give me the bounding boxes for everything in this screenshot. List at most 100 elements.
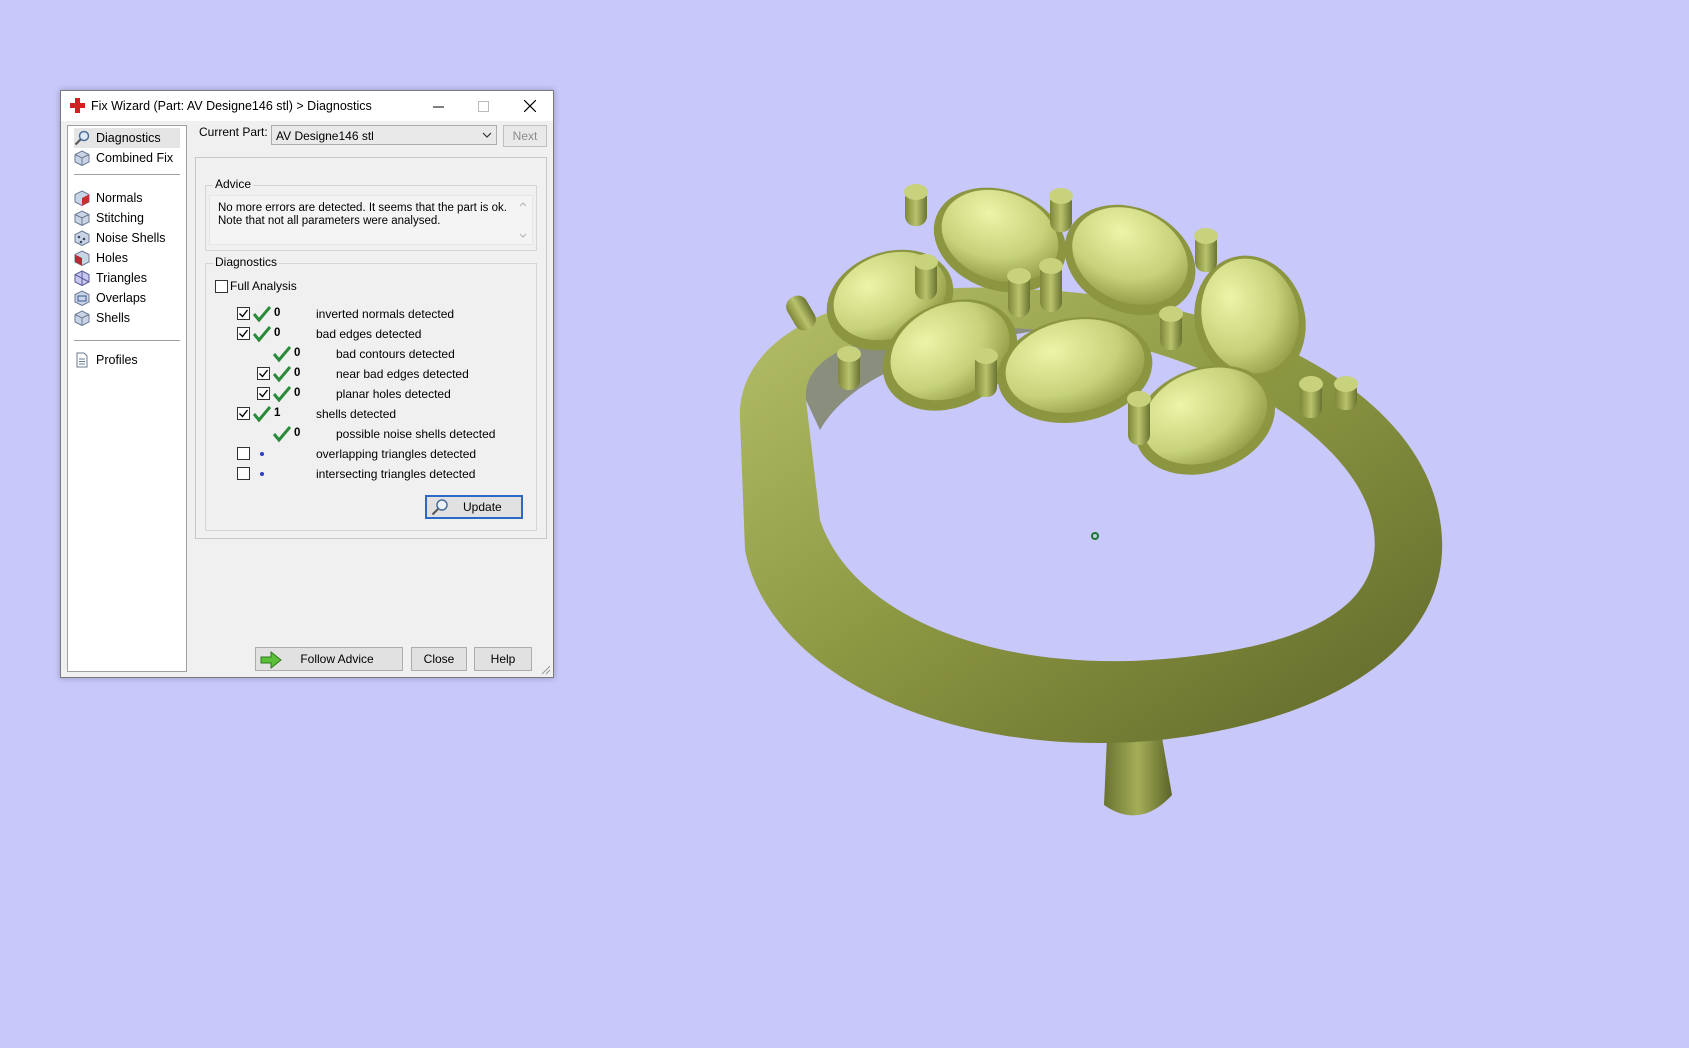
cube-icon xyxy=(74,150,90,166)
sidebar-item-label: Holes xyxy=(96,251,128,265)
ok-check-icon xyxy=(272,385,292,403)
diagnostic-checkbox[interactable] xyxy=(257,367,270,380)
normals-cube-icon xyxy=(74,190,90,206)
ok-check-icon xyxy=(272,425,292,443)
ok-check-icon xyxy=(252,305,272,323)
diagnostic-count: 0 xyxy=(294,387,301,399)
update-button[interactable]: Update xyxy=(425,495,523,519)
sidebar-divider xyxy=(74,174,180,175)
sidebar-item-label: Shells xyxy=(96,311,131,325)
minimize-button[interactable] xyxy=(416,91,461,121)
sidebar-item-combined-fix[interactable]: Combined Fix xyxy=(74,148,180,168)
pending-dot-icon xyxy=(260,472,264,476)
ok-check-icon xyxy=(252,325,272,343)
sidebar-item-diagnostics[interactable]: Diagnostics xyxy=(74,128,180,148)
wizard-sidebar: Diagnostics Combined Fix Normals Stitchi… xyxy=(67,125,187,672)
diagnostic-checkbox[interactable] xyxy=(237,447,250,460)
close-window-button[interactable] xyxy=(507,91,552,121)
diagnostic-label: planar holes detected xyxy=(336,387,451,401)
diagnostic-label: shells detected xyxy=(316,407,397,421)
sidebar-divider xyxy=(74,340,180,341)
ok-check-icon xyxy=(272,365,292,383)
sidebar-item-label: Diagnostics xyxy=(96,131,161,145)
pending-dot-icon xyxy=(260,452,264,456)
diagnostic-count: 0 xyxy=(294,347,301,359)
next-button[interactable]: Next xyxy=(503,125,547,147)
sidebar-item-label: Overlaps xyxy=(96,291,147,305)
noise-shells-icon xyxy=(74,230,90,246)
minimize-icon xyxy=(433,106,444,107)
sidebar-item-normals[interactable]: Normals xyxy=(74,188,180,208)
checkmark-icon xyxy=(259,369,269,378)
sidebar-item-noise-shells[interactable]: Noise Shells xyxy=(74,228,180,248)
advice-legend: Advice xyxy=(213,177,254,191)
sidebar-item-shells[interactable]: Shells xyxy=(74,308,180,328)
diagnostic-count: 0 xyxy=(294,427,301,439)
advice-text: No more errors are detected. It seems th… xyxy=(218,202,507,227)
ok-check-icon xyxy=(252,405,272,423)
chevron-down-icon xyxy=(482,132,492,138)
title-bar[interactable]: Fix Wizard (Part: AV Designe146 stl) > D… xyxy=(61,91,553,121)
diagnostic-checkbox[interactable] xyxy=(237,327,250,340)
advice-textbox[interactable]: No more errors are detected. It seems th… xyxy=(209,195,533,245)
sidebar-item-label: Combined Fix xyxy=(96,151,174,165)
checkmark-icon xyxy=(239,329,249,338)
overlaps-cube-icon xyxy=(74,290,90,306)
red-cross-icon xyxy=(70,98,85,113)
shells-cube-icon xyxy=(74,310,90,326)
sidebar-item-label: Normals xyxy=(96,191,143,205)
checkmark-icon xyxy=(239,409,249,418)
diagnostic-label: near bad edges detected xyxy=(336,367,469,381)
full-analysis-label: Full Analysis xyxy=(230,279,297,293)
magnifier-icon xyxy=(431,499,448,516)
sidebar-item-label: Triangles xyxy=(96,271,147,285)
checkmark-icon xyxy=(239,309,249,318)
ok-check-icon xyxy=(272,345,292,363)
diagnostic-label: inverted normals detected xyxy=(316,307,455,321)
diagnostic-checkbox[interactable] xyxy=(237,307,250,320)
sidebar-item-label: Profiles xyxy=(96,353,138,367)
diagnostic-count: 0 xyxy=(294,367,301,379)
advice-scrollbar[interactable] xyxy=(516,198,530,242)
update-label: Update xyxy=(463,500,502,514)
close-icon xyxy=(523,100,536,112)
diagnostic-count: 0 xyxy=(274,307,281,319)
maximize-button xyxy=(461,91,506,121)
current-part-value: AV Designe146 stl xyxy=(276,129,374,143)
green-arrow-icon xyxy=(260,651,282,669)
diagnostic-checkbox[interactable] xyxy=(237,407,250,420)
current-part-label: Current Part: xyxy=(199,125,268,139)
sidebar-item-profiles[interactable]: Profiles xyxy=(74,350,180,370)
diagnostic-label: overlapping triangles detected xyxy=(316,447,477,461)
sidebar-item-overlaps[interactable]: Overlaps xyxy=(74,288,180,308)
magnifier-icon xyxy=(74,130,90,146)
sidebar-item-label: Stitching xyxy=(96,211,144,225)
follow-advice-label: Follow Advice xyxy=(300,652,374,666)
follow-advice-button[interactable]: Follow Advice xyxy=(255,647,403,671)
stitching-cube-icon xyxy=(74,210,90,226)
maximize-icon xyxy=(478,100,489,112)
close-button[interactable]: Close xyxy=(411,647,467,671)
diagnostic-count: 0 xyxy=(274,327,281,339)
help-button[interactable]: Help xyxy=(474,647,532,671)
full-analysis-checkbox[interactable] xyxy=(215,280,228,293)
sidebar-item-stitching[interactable]: Stitching xyxy=(74,208,180,228)
window-title: Fix Wizard (Part: AV Designe146 stl) > D… xyxy=(91,99,372,113)
profiles-document-icon xyxy=(76,352,88,368)
diagnostic-checkbox[interactable] xyxy=(257,387,270,400)
diagnostics-legend: Diagnostics xyxy=(213,255,280,269)
sidebar-item-triangles[interactable]: Triangles xyxy=(74,268,180,288)
resize-grip-icon[interactable] xyxy=(541,665,551,675)
diagnostic-label: bad contours detected xyxy=(336,347,455,361)
current-part-dropdown[interactable]: AV Designe146 stl xyxy=(271,125,497,145)
sidebar-item-holes[interactable]: Holes xyxy=(74,248,180,268)
diagnostic-checkbox[interactable] xyxy=(237,467,250,480)
fix-wizard-dialog: Fix Wizard (Part: AV Designe146 stl) > D… xyxy=(60,90,554,678)
diagnostic-label: possible noise shells detected xyxy=(336,427,496,441)
diagnostic-label: bad edges detected xyxy=(316,327,422,341)
diagnostic-count: 1 xyxy=(274,407,281,419)
checkmark-icon xyxy=(259,389,269,398)
sidebar-item-label: Noise Shells xyxy=(96,231,166,245)
holes-cube-icon xyxy=(74,250,90,266)
diagnostic-label: intersecting triangles detected xyxy=(316,467,476,481)
